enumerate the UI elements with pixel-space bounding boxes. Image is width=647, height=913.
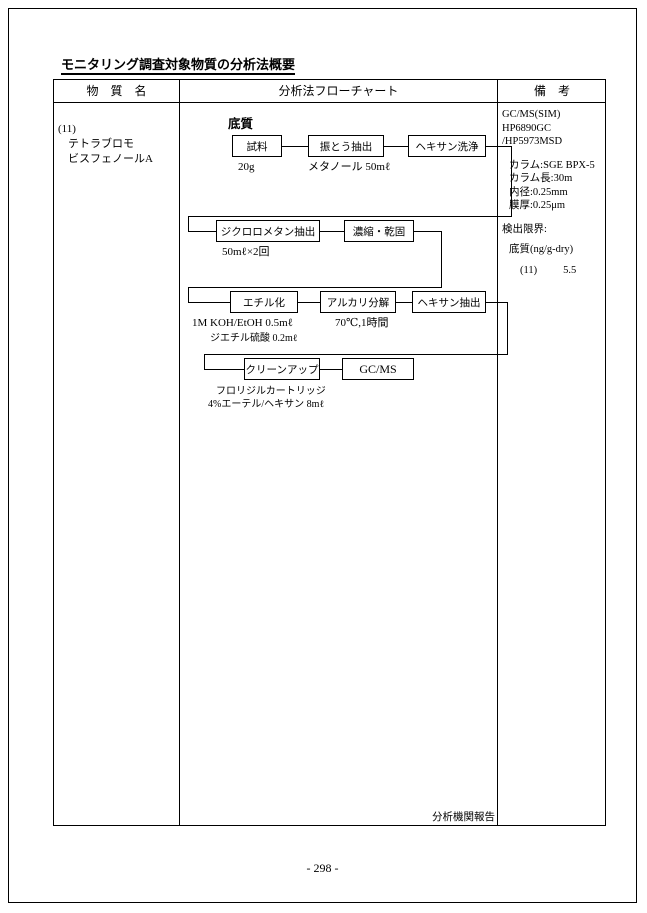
page-title: モニタリング調査対象物質の分析法概要: [61, 57, 296, 75]
remarks-detection-limit-matrix: 底質(ng/g-dry): [509, 244, 574, 255]
page-frame: モニタリング調査対象物質の分析法概要 物 質 名 分析法フローチャート 備 考 …: [8, 8, 637, 903]
node-dcm-extraction: ジクロロメタン抽出: [216, 220, 320, 242]
remarks-cell: GC/MS(SIM) HP6890GC /HP5973MSD カラム:SGE B…: [502, 108, 606, 277]
note-dcm-volume: 50mℓ×2回: [222, 246, 270, 258]
substance-cell: (11) テトラブロモ ビスフェノールA: [58, 122, 176, 167]
remarks-instrument-line-3: /HP5973MSD: [502, 136, 563, 147]
flowchart-matrix-label: 底質: [228, 117, 254, 131]
note-cleanup-solvent: 4%エーテル/ヘキサン 8mℓ: [208, 399, 325, 410]
note-sample-amount: 20g: [238, 161, 255, 173]
remarks-spacer-3: [502, 236, 606, 243]
connector-hexane-wash-out: [486, 146, 512, 147]
column-header-flowchart: 分析法フローチャート: [278, 84, 399, 98]
remarks-column: カラム:SGE BPX-5: [509, 159, 595, 171]
node-cleanup: クリーンアップ: [244, 358, 320, 380]
connector-row1-to-row2: [188, 216, 512, 217]
connector-row1-down: [511, 146, 512, 217]
column-divider-2: [497, 80, 498, 825]
remarks-detection-limit-id: (11): [520, 264, 538, 276]
note-alkali-condition: 70℃,1時間: [335, 317, 389, 329]
node-alkali-decomposition: アルカリ分解: [320, 291, 396, 313]
node-gcms: GC/MS: [342, 358, 414, 380]
node-sample: 試料: [232, 135, 282, 157]
analysis-agency-report-note: 分析機関報告: [432, 812, 495, 823]
connector-row3-in: [188, 302, 230, 303]
note-cleanup-cartridge: フロリジルカートリッジ: [216, 386, 326, 397]
flowchart-cell: 底質 試料 振とう抽出 ヘキサン洗浄 20g メタノール 50mℓ ジクロロメタ…: [180, 103, 512, 826]
remarks-film-thickness: 膜厚:0.25μm: [509, 200, 566, 211]
connector-ethylation-to-alkali: [298, 302, 320, 303]
connector-row2-to-row3: [188, 287, 442, 288]
node-shake-extraction: 振とう抽出: [308, 135, 384, 157]
node-concentrate-dry: 濃縮・乾固: [344, 220, 414, 242]
remarks-detection-limit-row: (11) 5.5: [502, 264, 606, 278]
connector-row2-in-down: [188, 216, 189, 232]
connector-hexane-extraction-out: [486, 302, 508, 303]
remarks-instrument-line-1: GC/MS(SIM): [502, 109, 561, 120]
connector-cleanup-to-gcms: [320, 369, 342, 370]
connector-concentrate-out: [414, 231, 442, 232]
connector-row4-in-down: [204, 354, 205, 370]
connector-dcm-to-concentrate: [320, 231, 344, 232]
analysis-method-table: 物 質 名 分析法フローチャート 備 考 (11) テトラブロモ ビスフェノール…: [53, 79, 606, 826]
note-ethylation-reagent-1: 1M KOH/EtOH 0.5mℓ: [192, 317, 293, 329]
node-ethylation: エチル化: [230, 291, 298, 313]
substance-name-line-2: ビスフェノールA: [68, 153, 153, 165]
remarks-inner-diameter: 内径:0.25mm: [509, 186, 568, 198]
remarks-detection-limit-value: 5.5: [563, 264, 577, 276]
connector-row2-down: [441, 231, 442, 288]
remarks-detection-limit-label: 検出限界:: [502, 223, 547, 235]
column-header-remarks: 備 考: [533, 84, 570, 98]
connector-shake-to-hexane-wash: [384, 146, 408, 147]
substance-name-line-1: テトラブロモ: [68, 138, 134, 150]
column-header-substance: 物 質 名: [86, 84, 147, 98]
connector-row2-in: [188, 231, 216, 232]
connector-row3-in-down: [188, 287, 189, 303]
note-ethylation-reagent-2: ジエチル硫酸 0.2mℓ: [210, 333, 298, 344]
page-number: - 298 -: [306, 861, 339, 875]
connector-row4-in: [204, 369, 244, 370]
remarks-column-length: カラム長:30m: [509, 173, 573, 184]
node-hexane-extraction: ヘキサン抽出: [412, 291, 486, 313]
connector-alkali-to-hexane-extraction: [396, 302, 412, 303]
connector-row3-down: [507, 302, 508, 355]
remarks-spacer-1: [502, 149, 606, 159]
remarks-instrument-line-2: HP6890GC: [502, 122, 552, 134]
substance-number: (11): [58, 123, 76, 135]
note-shake-solvent: メタノール 50mℓ: [308, 161, 391, 173]
remarks-spacer-2: [502, 213, 606, 223]
connector-sample-to-shake: [282, 146, 308, 147]
connector-row3-to-row4: [204, 354, 508, 355]
node-hexane-wash: ヘキサン洗浄: [408, 135, 486, 157]
remarks-spacer-4: [502, 257, 606, 264]
